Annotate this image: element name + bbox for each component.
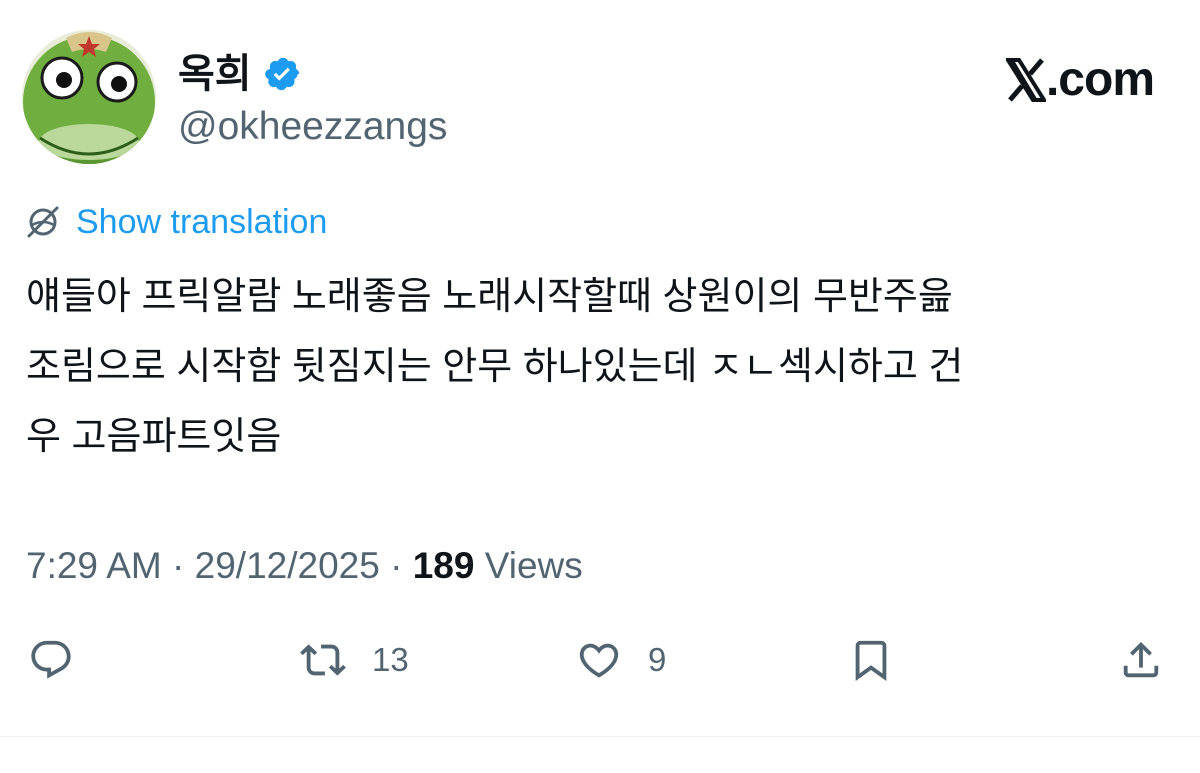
- author-handle[interactable]: @okheezzangs: [178, 104, 447, 151]
- bookmark-icon: [848, 637, 894, 683]
- share-icon: [1118, 637, 1164, 683]
- tweet-time[interactable]: 7:29 AM: [26, 545, 162, 586]
- show-translation-row[interactable]: Show translation: [26, 198, 327, 246]
- tweet-card: 옥희 @okheezzangs .com Show translation 얘들…: [0, 0, 1200, 773]
- reply-icon: [28, 637, 74, 683]
- like-count: 9: [648, 641, 667, 678]
- action-bar: 13 9: [0, 630, 1200, 690]
- tweet-text-line: 우 고음파트잇음: [26, 416, 282, 458]
- x-logo-icon: [1004, 58, 1048, 102]
- meta-separator: ·: [390, 545, 403, 586]
- reply-button[interactable]: [28, 630, 100, 690]
- retweet-count: 13: [372, 641, 409, 678]
- tweet-text: 얘들아 프릭알람 노래좋음 노래시작할때 상원이의 무반주읊 조림으로 시작함 …: [26, 262, 1176, 472]
- views-count: 189: [412, 545, 475, 586]
- meta-separator: ·: [172, 545, 185, 586]
- display-name[interactable]: 옥희: [178, 54, 252, 94]
- share-button[interactable]: [1118, 630, 1164, 690]
- translate-globe-icon: [26, 205, 60, 239]
- heart-icon: [576, 637, 622, 683]
- retweet-button[interactable]: 13: [300, 630, 409, 690]
- divider: [0, 736, 1200, 737]
- views-label: Views: [484, 545, 583, 586]
- tweet-date[interactable]: 29/12/2025: [195, 545, 380, 586]
- tweet-meta: 7:29 AM · 29/12/2025 · 189 Views: [26, 540, 583, 592]
- site-domain-text: .com: [1045, 53, 1155, 106]
- retweet-icon: [300, 637, 346, 683]
- show-translation-link[interactable]: Show translation: [76, 205, 327, 239]
- bookmark-button[interactable]: [848, 630, 894, 690]
- site-logo: .com: [1004, 52, 1155, 108]
- verified-badge-icon: [264, 55, 302, 93]
- tweet-text-line: 조림으로 시작함 뒷짐지는 안무 하나있는데 ㅈㄴ섹시하고 건: [26, 346, 964, 388]
- frog-avatar-image: [22, 30, 156, 164]
- tweet-text-line: 얘들아 프릭알람 노래좋음 노래시작할때 상원이의 무반주읊: [26, 276, 953, 318]
- author-name-row[interactable]: 옥희: [178, 44, 302, 104]
- like-button[interactable]: 9: [576, 630, 666, 690]
- avatar[interactable]: [22, 30, 156, 164]
